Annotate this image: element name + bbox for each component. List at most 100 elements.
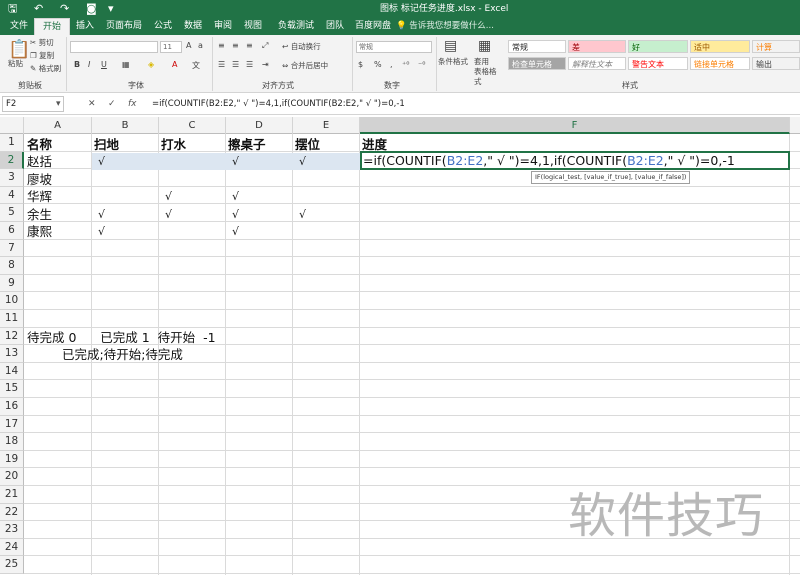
font-size-combo[interactable]: 11 — [160, 41, 182, 53]
row-header-11[interactable]: 11 — [0, 310, 24, 328]
tab-home[interactable]: 开始 — [34, 18, 70, 35]
font-color-icon[interactable]: A — [172, 60, 177, 69]
tab-review[interactable]: 审阅 — [208, 18, 238, 35]
row-header-22[interactable]: 22 — [0, 503, 24, 522]
cell-a1[interactable]: 名称 — [27, 136, 52, 153]
paste-icon[interactable]: 📋 — [8, 39, 30, 60]
bold-button[interactable]: B — [74, 60, 80, 69]
row-header-20[interactable]: 20 — [0, 468, 24, 486]
style-calculation[interactable]: 计算 — [752, 40, 800, 53]
align-left-icon[interactable]: ☰ — [218, 60, 225, 69]
row-header-8[interactable]: 8 — [0, 257, 24, 275]
tab-team[interactable]: 团队 — [320, 18, 350, 35]
row-header-23[interactable]: 23 — [0, 521, 24, 539]
row-header-24[interactable]: 24 — [0, 538, 24, 557]
cell-a2[interactable]: 赵括 — [27, 153, 52, 170]
style-bad[interactable]: 差 — [568, 40, 626, 53]
row-header-7[interactable]: 7 — [0, 239, 24, 258]
row-header-14[interactable]: 14 — [0, 362, 24, 381]
tab-data[interactable]: 数据 — [178, 18, 208, 35]
tab-formulas[interactable]: 公式 — [148, 18, 178, 35]
cell-a5[interactable]: 余生 — [27, 206, 52, 223]
number-format-combo[interactable]: 常规 — [356, 41, 432, 53]
tab-load-test[interactable]: 负载测试 — [272, 18, 320, 35]
style-output[interactable]: 输出 — [752, 57, 800, 70]
align-middle-icon[interactable]: ≡ — [232, 41, 239, 50]
cell-a13[interactable]: 已完成;待开始;待完成 — [62, 346, 183, 363]
cell-d2[interactable]: √ — [232, 153, 239, 170]
style-explanatory[interactable]: 解释性文本 — [568, 57, 626, 70]
row-header-19[interactable]: 19 — [0, 450, 24, 469]
copy-button[interactable]: ❐ 复制 — [30, 51, 54, 61]
phonetic-icon[interactable]: 文 — [192, 60, 200, 71]
column-header-c[interactable]: C — [159, 117, 226, 134]
cell-d1[interactable]: 擦桌子 — [228, 136, 266, 153]
row-header-1[interactable]: 1 — [0, 134, 24, 152]
row-header-17[interactable]: 17 — [0, 415, 24, 434]
cell-c5[interactable]: √ — [165, 206, 172, 223]
font-name-combo[interactable] — [70, 41, 158, 53]
tab-file[interactable]: 文件 — [4, 18, 34, 35]
align-right-icon[interactable]: ☰ — [246, 60, 253, 69]
row-header-21[interactable]: 21 — [0, 486, 24, 504]
cut-button[interactable]: ✂ 剪切 — [30, 38, 54, 48]
increase-decimal-icon[interactable]: ⁺⁰ — [402, 60, 409, 69]
row-header-5[interactable]: 5 — [0, 204, 24, 222]
row-header-12[interactable]: 12 — [0, 327, 24, 346]
column-header-a[interactable]: A — [24, 117, 92, 134]
cell-e2[interactable]: √ — [299, 153, 306, 170]
conditional-format-icon[interactable]: ▤ — [444, 38, 457, 54]
conditional-format-button[interactable]: 条件格式 — [438, 57, 468, 67]
column-header-d[interactable]: D — [226, 117, 293, 134]
decrease-decimal-icon[interactable]: ⁻⁰ — [418, 60, 425, 69]
format-painter-button[interactable]: ✎ 格式刷 — [30, 64, 61, 74]
row-header-9[interactable]: 9 — [0, 274, 24, 293]
shrink-font-icon[interactable]: a — [198, 41, 203, 50]
italic-button[interactable]: I — [88, 60, 90, 69]
cell-d6[interactable]: √ — [232, 223, 239, 240]
cell-d5[interactable]: √ — [232, 206, 239, 223]
cell-c4[interactable]: √ — [165, 188, 172, 205]
name-box-dropdown-icon[interactable]: ▾ — [56, 96, 61, 112]
cell-b5[interactable]: √ — [98, 206, 105, 223]
cell-a3[interactable]: 廖坡 — [27, 171, 52, 188]
undo-icon[interactable]: ↶ — [34, 1, 43, 17]
column-header-e[interactable]: E — [293, 117, 360, 134]
name-box[interactable]: F2 — [2, 96, 64, 112]
camera-icon[interactable]: ◙ — [86, 1, 97, 17]
indent-icon[interactable]: ⇥ — [262, 60, 269, 69]
paste-button[interactable]: 粘贴 — [8, 59, 23, 69]
style-normal[interactable]: 常规 — [508, 40, 566, 53]
row-header-3[interactable]: 3 — [0, 169, 24, 187]
row-header-2[interactable]: 2 — [0, 151, 24, 170]
cell-a12[interactable]: 待完成 0 已完成 1 待开始 -1 — [27, 329, 216, 346]
tell-me-search[interactable]: 💡 告诉我您想要做什么... — [396, 18, 494, 35]
row-header-6[interactable]: 6 — [0, 222, 24, 240]
column-header-b[interactable]: B — [92, 117, 159, 134]
column-header-f[interactable]: F — [360, 117, 790, 134]
cell-e1[interactable]: 摆位 — [295, 136, 320, 153]
cell-d4[interactable]: √ — [232, 188, 239, 205]
align-bottom-icon[interactable]: ≡ — [246, 41, 253, 50]
cell-e5[interactable]: √ — [299, 206, 306, 223]
orientation-icon[interactable]: ⤢ — [262, 41, 268, 51]
qat-more-icon[interactable]: ▾ — [108, 1, 114, 17]
cell-c1[interactable]: 打水 — [161, 136, 186, 153]
cancel-icon[interactable]: ✕ — [88, 96, 96, 112]
tab-baidu-netdisk[interactable]: 百度网盘 — [350, 18, 396, 35]
tab-page-layout[interactable]: 页面布局 — [100, 18, 148, 35]
percent-icon[interactable]: % — [374, 60, 382, 69]
border-icon[interactable]: ▦ — [122, 60, 130, 69]
row-header-10[interactable]: 10 — [0, 292, 24, 310]
row-header-13[interactable]: 13 — [0, 345, 24, 363]
insert-function-icon[interactable]: fx — [128, 96, 137, 112]
cell-a4[interactable]: 华辉 — [27, 188, 52, 205]
table-format-icon[interactable]: ▦ — [478, 38, 491, 54]
row-header-15[interactable]: 15 — [0, 380, 24, 398]
tab-insert[interactable]: 插入 — [70, 18, 100, 35]
style-linked-cell[interactable]: 链接单元格 — [690, 57, 750, 70]
style-warning[interactable]: 警告文本 — [628, 57, 688, 70]
row-header-4[interactable]: 4 — [0, 186, 24, 205]
style-neutral[interactable]: 适中 — [690, 40, 750, 53]
row-header-18[interactable]: 18 — [0, 433, 24, 451]
